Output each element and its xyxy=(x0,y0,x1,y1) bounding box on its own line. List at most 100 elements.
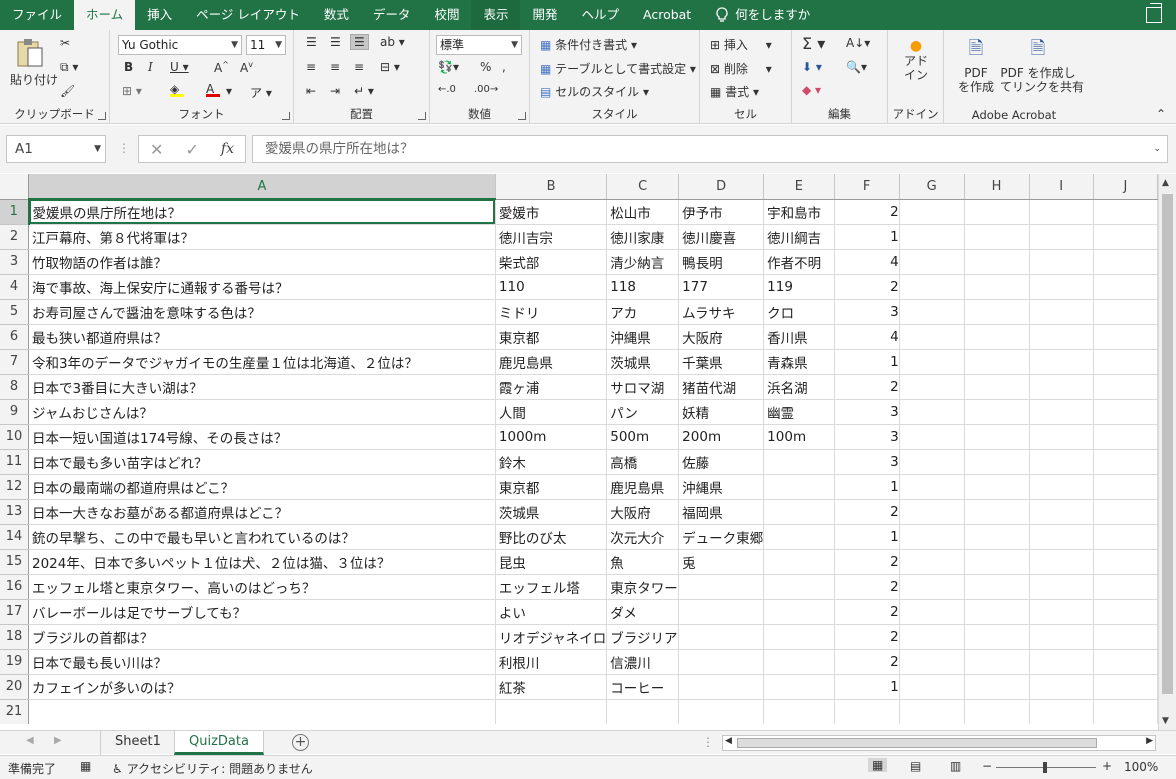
clipboard-launcher-icon[interactable] xyxy=(98,112,106,120)
cell-d[interactable] xyxy=(678,674,765,700)
merge-center-icon[interactable]: ⊟ ▾ xyxy=(380,60,400,74)
cell-a[interactable]: 竹取物語の作者は誰？ xyxy=(28,249,496,275)
cell-f[interactable]: 2 xyxy=(834,374,900,400)
cut-icon[interactable]: ✂ xyxy=(60,36,70,50)
empty-cell[interactable] xyxy=(1093,249,1158,275)
cell-e[interactable] xyxy=(763,574,835,600)
cell-a[interactable]: 日本で最も多い苗字はどれ？ xyxy=(28,449,496,475)
cell-f[interactable]: 1 xyxy=(834,674,900,700)
cell-c[interactable]: ブラジリア xyxy=(606,624,680,650)
cell-b[interactable]: 人間 xyxy=(495,399,608,425)
find-select-icon[interactable]: 🔍▾ xyxy=(846,60,867,74)
empty-cell[interactable] xyxy=(1093,574,1158,600)
empty-cell[interactable] xyxy=(899,499,965,525)
macro-record-icon[interactable]: ▦ xyxy=(80,759,91,773)
cell-d[interactable]: 猪苗代湖 xyxy=(678,374,765,400)
scroll-left-icon[interactable]: ◀ xyxy=(725,736,732,746)
empty-cell[interactable] xyxy=(1029,474,1094,500)
empty-cell[interactable] xyxy=(1029,349,1094,375)
row-header[interactable]: 12 xyxy=(0,474,29,500)
cell-c[interactable]: 高橋 xyxy=(606,449,680,475)
tell-me-search[interactable]: 何をしますか xyxy=(703,0,822,30)
align-bottom-icon[interactable]: ☰ xyxy=(350,34,369,50)
cell-d[interactable]: ムラサキ xyxy=(678,299,765,325)
empty-cell[interactable] xyxy=(1093,624,1158,650)
empty-cell[interactable] xyxy=(964,299,1030,325)
comma-style-button[interactable]: , xyxy=(502,60,506,74)
cell-f[interactable]: 2 xyxy=(834,499,900,525)
empty-cell[interactable] xyxy=(1093,549,1158,575)
cell-b[interactable]: 霞ヶ浦 xyxy=(495,374,608,400)
cell-f[interactable]: 3 xyxy=(834,424,900,450)
accessibility-status[interactable]: ♿ アクセシビリティ: 問題ありません xyxy=(112,760,313,777)
cell-table[interactable]: ABCDEFGHIJ 1 愛媛県の県庁所在地は？ 愛媛市 松山市 伊予市 宇和島市 2 2 江戸… xyxy=(0,174,1158,724)
normal-view-icon[interactable]: ▦ xyxy=(868,758,888,772)
empty-cell[interactable] xyxy=(899,274,965,300)
empty-cell[interactable] xyxy=(964,324,1030,350)
column-header-c[interactable]: C xyxy=(606,174,680,200)
cell-b[interactable]: 柴式部 xyxy=(495,249,608,275)
cell-f[interactable]: 2 xyxy=(834,574,900,600)
row-header[interactable]: 13 xyxy=(0,499,29,525)
cell-b[interactable]: 東京都 xyxy=(495,324,608,350)
empty-cell[interactable] xyxy=(899,549,965,575)
increase-decimal-icon[interactable]: ←.0 xyxy=(438,84,456,95)
cell-f[interactable]: 2 xyxy=(834,624,900,650)
zoom-level[interactable]: 100% xyxy=(1124,760,1158,774)
cell-d[interactable] xyxy=(678,624,765,650)
scroll-up-icon[interactable]: ▲ xyxy=(1162,178,1169,188)
tab-split-grip-icon[interactable]: ⋮ xyxy=(702,735,714,749)
empty-cell[interactable] xyxy=(1029,599,1094,625)
cell-d[interactable]: 大阪府 xyxy=(678,324,765,350)
column-header-d[interactable]: D xyxy=(678,174,765,200)
cell-f[interactable] xyxy=(834,699,900,724)
scroll-right-icon[interactable]: ▶ xyxy=(1146,736,1153,746)
zoom-slider-thumb[interactable] xyxy=(1043,762,1047,773)
cell-a[interactable]: 令和3年のデータでジャガイモの生産量１位は北海道、２位は？ xyxy=(28,349,496,375)
empty-cell[interactable] xyxy=(1093,274,1158,300)
empty-cell[interactable] xyxy=(1029,649,1094,675)
insert-cells-button[interactable]: ⊞ 挿入 ▾ xyxy=(710,36,772,53)
create-pdf-share-button[interactable]: 🗎 PDF を作成し てリンクを共有 xyxy=(1000,36,1084,94)
cell-c[interactable]: 信濃川 xyxy=(606,649,680,675)
empty-cell[interactable] xyxy=(964,699,1030,724)
cell-d[interactable]: 鴨長明 xyxy=(678,249,765,275)
empty-cell[interactable] xyxy=(1029,324,1094,350)
row-header[interactable]: 5 xyxy=(0,299,29,325)
cell-c[interactable]: 沖縄県 xyxy=(606,324,680,350)
empty-cell[interactable] xyxy=(1093,374,1158,400)
cell-c[interactable]: ダメ xyxy=(606,599,680,625)
cell-d[interactable]: 200m xyxy=(678,424,765,450)
cell-f[interactable]: 3 xyxy=(834,449,900,475)
row-header[interactable]: 18 xyxy=(0,624,29,650)
enter-icon[interactable]: ✓ xyxy=(185,140,198,159)
cell-b[interactable]: 紅茶 xyxy=(495,674,608,700)
vertical-scrollbar[interactable]: ▲ ▼ xyxy=(1158,174,1176,730)
empty-cell[interactable] xyxy=(1093,699,1158,724)
empty-cell[interactable] xyxy=(1093,199,1158,225)
tab-9[interactable]: ヘルプ xyxy=(569,0,631,30)
percent-button[interactable]: % xyxy=(480,60,491,74)
empty-cell[interactable] xyxy=(964,524,1030,550)
number-format-combo[interactable]: 標準 ▼ xyxy=(436,35,522,55)
fill-color-icon[interactable]: ◈ xyxy=(170,82,184,97)
cell-f[interactable]: 4 xyxy=(834,249,900,275)
cell-c[interactable]: 東京タワー xyxy=(606,574,680,600)
empty-cell[interactable] xyxy=(899,474,965,500)
select-all-corner[interactable] xyxy=(0,174,29,200)
cell-b[interactable]: 徳川吉宗 xyxy=(495,224,608,250)
tab-5[interactable]: データ xyxy=(361,0,423,30)
format-painter-icon[interactable]: 🖌 xyxy=(60,84,75,98)
empty-cell[interactable] xyxy=(964,499,1030,525)
zoom-slider[interactable] xyxy=(996,762,1096,773)
ribbon-display-options-icon[interactable] xyxy=(1146,3,1162,23)
empty-cell[interactable] xyxy=(1029,449,1094,475)
formula-input[interactable]: 愛媛県の県庁所在地は？ ⌄ xyxy=(252,135,1168,163)
row-header[interactable]: 17 xyxy=(0,599,29,625)
page-break-view-icon[interactable]: ▥ xyxy=(950,759,961,773)
cell-f[interactable]: 2 xyxy=(834,549,900,575)
empty-cell[interactable] xyxy=(1029,249,1094,275)
align-center-icon[interactable]: ≡ xyxy=(330,60,340,74)
increase-indent-icon[interactable]: ⇥ xyxy=(330,84,340,98)
empty-cell[interactable] xyxy=(1093,424,1158,450)
